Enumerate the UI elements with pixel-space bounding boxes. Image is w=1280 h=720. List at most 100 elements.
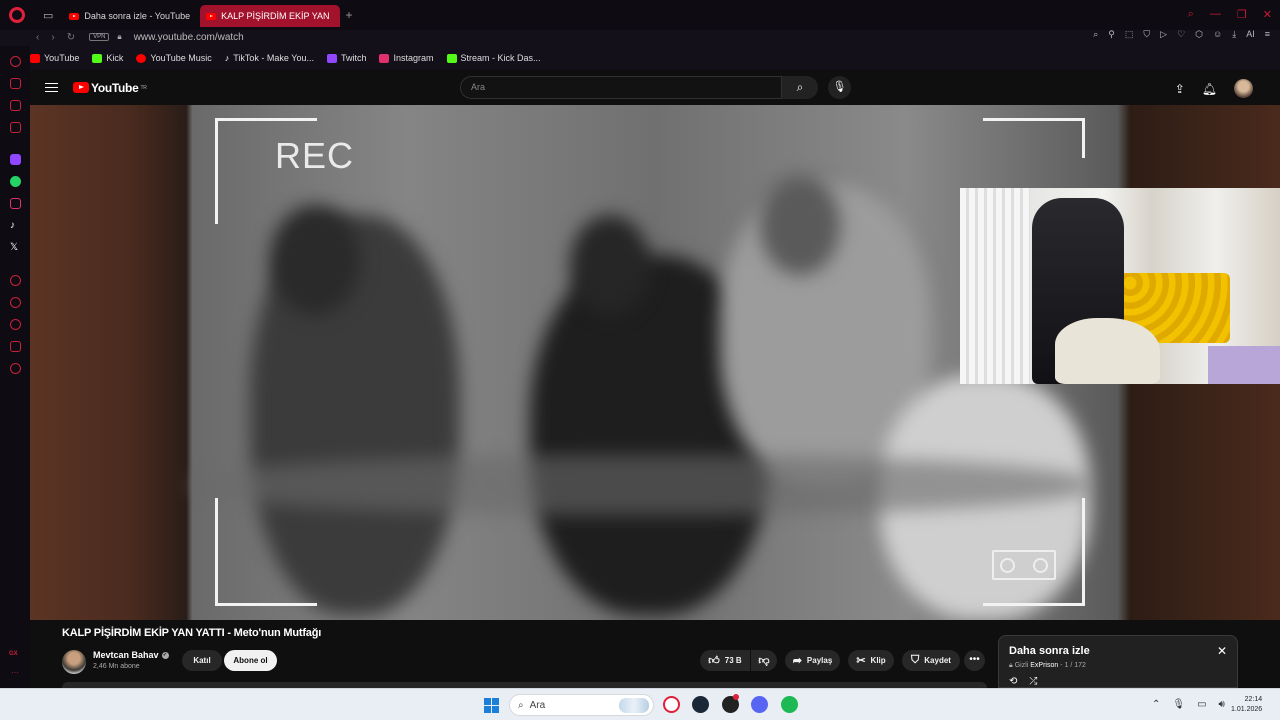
bookmark-youtube-music[interactable]: YouTube Music [136, 53, 212, 63]
notifications-bell-icon[interactable]: 🔔︎ [1202, 82, 1217, 96]
voice-search-button[interactable]: 🎙︎ [828, 76, 851, 99]
bookmark-kick[interactable]: Kick [92, 53, 123, 63]
verified-icon: ✓ [161, 652, 169, 660]
twitch-icon[interactable] [10, 154, 21, 165]
heart-icon[interactable]: ♡ [1177, 29, 1185, 40]
aria-icon[interactable] [10, 56, 21, 67]
search-icon: ⌕ [518, 699, 524, 711]
loop-icon[interactable]: ⟲ [1009, 676, 1017, 687]
ai-button[interactable]: AI [1246, 29, 1255, 40]
url-field[interactable]: www.youtube.com/watch [134, 32, 244, 43]
account-avatar[interactable] [1234, 79, 1253, 98]
video-details: KALP PİŞİRDİM EKİP YAN YATTI - Meto'nun … [30, 620, 1280, 688]
whatsapp-icon[interactable] [10, 176, 21, 187]
extensions-icon[interactable] [10, 341, 21, 352]
curtain [960, 188, 1030, 384]
youtube-favicon-icon [206, 12, 217, 20]
more-icon[interactable]: ··· [11, 668, 19, 677]
history-icon[interactable] [10, 297, 21, 308]
snapshot-icon[interactable]: ⬚ [1125, 29, 1134, 40]
close-window-button[interactable]: ✕ [1263, 8, 1272, 21]
save-button[interactable]: ⛉ Kaydet [902, 650, 960, 671]
tray-overflow-icon[interactable]: ⌃ [1152, 699, 1160, 710]
channel-name[interactable]: Mevtcan Bahav ✓ [93, 650, 169, 660]
gx-label[interactable]: GX [9, 651, 18, 657]
cassette-icon [992, 550, 1056, 580]
channel-name-text: Mevtcan Bahav [93, 650, 159, 660]
menu-icon[interactable]: ≡ [1265, 29, 1270, 40]
network-icon[interactable]: ▭ [1197, 699, 1206, 710]
clock-icon[interactable] [10, 319, 21, 330]
share-button[interactable]: ➦ Paylaş [785, 650, 840, 671]
tab-island-icon[interactable]: ▭ [43, 9, 53, 22]
player-icon[interactable] [10, 275, 21, 286]
youtube-page: YouTube TR Ara ⌕ 🎙︎ ⇪ 🔔︎ REC KALP PİŞİRD… [30, 70, 1280, 688]
windows-start-icon[interactable] [484, 698, 499, 713]
back-button[interactable]: ‹ [36, 32, 39, 43]
tiktok-icon: ♪ [224, 53, 230, 63]
youtube-header: YouTube TR Ara ⌕ 🎙︎ ⇪ 🔔︎ [30, 70, 1280, 105]
bookmark-instagram[interactable]: Instagram [379, 53, 434, 63]
tab-current-video[interactable]: KALP PİŞİRDİM EKİP YAN [200, 5, 340, 27]
upload-icon[interactable]: ⇪ [1175, 82, 1185, 96]
video-player[interactable]: REC [30, 105, 1280, 620]
tab-watch-later[interactable]: Daha sonra izle - YouTube [63, 5, 200, 27]
volume-icon[interactable]: 🔊︎ [1219, 699, 1225, 710]
opera-gx-taskbar-icon[interactable] [663, 696, 680, 713]
player-icon[interactable]: ▷ [1160, 29, 1167, 40]
vpn-badge[interactable]: VPN [89, 33, 110, 41]
search-tabs-icon[interactable]: ⌕ [1188, 8, 1194, 21]
system-clock[interactable]: 22:14 1.01.2026 [1231, 695, 1262, 715]
bookmarks-bar: YouTube Kick YouTube Music ♪ TikTok - Mak… [30, 50, 541, 66]
messenger-icon[interactable] [10, 100, 21, 111]
search-button[interactable]: ⌕ [782, 76, 818, 99]
bookmark-tiktok[interactable]: ♪ TikTok - Make You... [225, 53, 314, 63]
playlist-title[interactable]: Daha sonra izle [1009, 645, 1090, 657]
join-button[interactable]: Katıl [182, 650, 222, 671]
gx-control-icon[interactable] [10, 78, 21, 89]
search-input[interactable]: Ara [460, 76, 782, 99]
maximize-button[interactable]: ❐ [1237, 8, 1247, 21]
new-tab-button[interactable]: + [346, 8, 353, 22]
opera-logo-icon[interactable] [9, 7, 25, 23]
bookmark-kick-dashboard[interactable]: Stream - Kick Das... [446, 53, 541, 63]
steam-taskbar-icon[interactable] [692, 696, 709, 713]
lock-icon[interactable]: 🔒︎ [117, 32, 121, 42]
download-icon[interactable]: ⤓ [1232, 29, 1236, 40]
playlist-owner[interactable]: ExPrison [1030, 662, 1058, 669]
shield-icon[interactable]: ⛉ [1143, 29, 1150, 40]
like-button[interactable]: 👍︎ 73 B [700, 650, 750, 671]
forward-button[interactable]: › [51, 32, 54, 43]
tiktok-icon[interactable]: ♪ [10, 220, 21, 231]
bookmark-youtube[interactable]: YouTube [30, 53, 79, 63]
scissors-icon: ✂ [856, 655, 866, 667]
hamburger-menu-icon[interactable] [45, 80, 58, 95]
instagram-icon[interactable] [10, 198, 21, 209]
extensions-icon[interactable]: ⬡ [1195, 29, 1203, 40]
zoom-icon[interactable]: ⌕ [1093, 29, 1098, 40]
youtube-logo[interactable]: YouTube TR [73, 81, 147, 95]
blanket [1055, 318, 1160, 384]
playlist-panel: Daha sonra izle 🔒︎ Gizli ExPrison - 1 / … [998, 635, 1238, 688]
spotify-taskbar-icon[interactable] [781, 696, 798, 713]
channel-avatar[interactable] [62, 650, 86, 674]
clip-button[interactable]: ✂ Klip [848, 650, 894, 671]
microphone-icon[interactable]: 🎙︎ [1172, 699, 1185, 710]
reload-button[interactable]: ↻ [67, 32, 75, 43]
settings-icon[interactable] [10, 363, 21, 374]
x-icon[interactable]: 𝕏 [10, 242, 21, 253]
close-playlist-icon[interactable]: ✕ [1217, 644, 1227, 658]
shuffle-icon[interactable]: ⤮ [1029, 676, 1037, 687]
taskbar-search[interactable]: ⌕ Ara [509, 694, 654, 716]
minimize-button[interactable]: — [1210, 8, 1221, 21]
music-icon[interactable] [10, 122, 21, 133]
pin-icon[interactable]: ⚲ [1108, 29, 1115, 40]
discord-taskbar-icon[interactable] [751, 696, 768, 713]
subscribe-button[interactable]: Abone ol [224, 650, 277, 671]
bookmark-twitch[interactable]: Twitch [326, 53, 366, 63]
rec-overlay-text: REC [275, 135, 355, 176]
more-actions-button[interactable]: ••• [964, 650, 985, 671]
profile-icon[interactable]: ☺ [1213, 29, 1222, 40]
dislike-button[interactable]: 👎︎ [751, 650, 777, 671]
bookmark-label: Instagram [393, 53, 434, 63]
